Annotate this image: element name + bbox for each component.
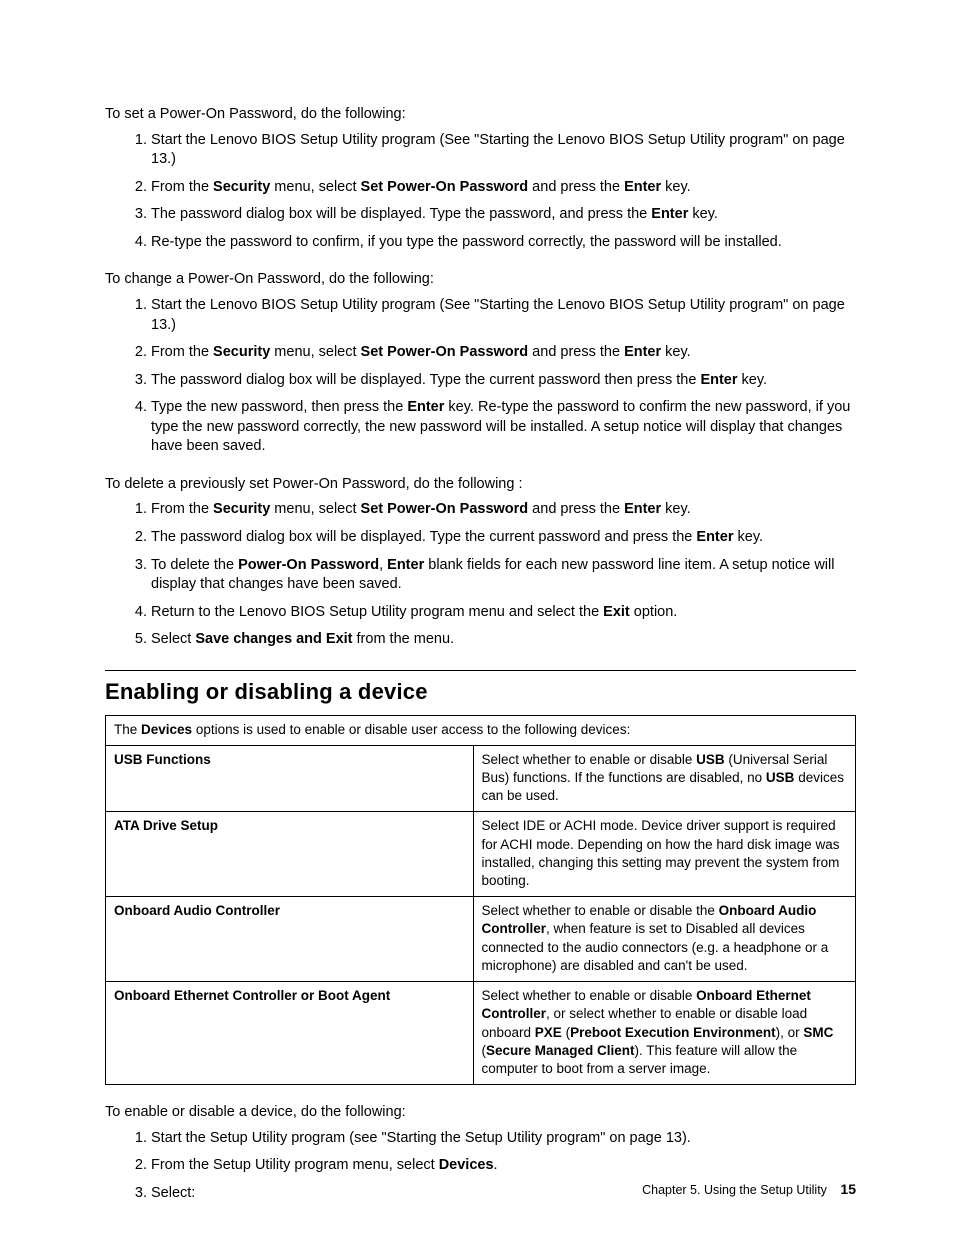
device-option-desc: Select whether to enable or disable the …: [473, 897, 856, 982]
footer-chapter: Chapter 5. Using the Setup Utility: [642, 1183, 827, 1197]
set-password-intro: To set a Power-On Password, do the follo…: [105, 105, 856, 125]
devices-table-body: USB FunctionsSelect whether to enable or…: [106, 745, 856, 1085]
table-row: Onboard Ethernet Controller or Boot Agen…: [106, 982, 856, 1085]
section-heading-enabling-device: Enabling or disabling a device: [105, 677, 856, 707]
device-option-name: Onboard Ethernet Controller or Boot Agen…: [106, 982, 474, 1085]
list-item: Re-type the password to confirm, if you …: [151, 233, 856, 253]
table-row: ATA Drive SetupSelect IDE or ACHI mode. …: [106, 812, 856, 897]
delete-password-intro: To delete a previously set Power-On Pass…: [105, 475, 856, 495]
list-item: Start the Setup Utility program (see "St…: [151, 1129, 856, 1149]
set-password-steps: Start the Lenovo BIOS Setup Utility prog…: [105, 131, 856, 253]
enable-disable-intro: To enable or disable a device, do the fo…: [105, 1103, 856, 1123]
list-item: The password dialog box will be displaye…: [151, 371, 856, 391]
delete-password-steps: From the Security menu, select Set Power…: [105, 500, 856, 649]
list-item: From the Security menu, select Set Power…: [151, 343, 856, 363]
device-option-name: ATA Drive Setup: [106, 812, 474, 897]
device-option-desc: Select IDE or ACHI mode. Device driver s…: [473, 812, 856, 897]
device-option-desc: Select whether to enable or disable USB …: [473, 745, 856, 812]
page-footer: Chapter 5. Using the Setup Utility 15: [642, 1180, 856, 1199]
list-item: Start the Lenovo BIOS Setup Utility prog…: [151, 131, 856, 170]
list-item: To delete the Power-On Password, Enter b…: [151, 556, 856, 595]
device-option-name: USB Functions: [106, 745, 474, 812]
device-option-desc: Select whether to enable or disable Onbo…: [473, 982, 856, 1085]
list-item: The password dialog box will be displaye…: [151, 528, 856, 548]
devices-table-lead: The Devices options is used to enable or…: [106, 715, 856, 745]
section-rule: [105, 670, 856, 671]
list-item: Start the Lenovo BIOS Setup Utility prog…: [151, 296, 856, 335]
list-item: Return to the Lenovo BIOS Setup Utility …: [151, 603, 856, 623]
list-item: From the Setup Utility program menu, sel…: [151, 1156, 856, 1176]
list-item: From the Security menu, select Set Power…: [151, 178, 856, 198]
list-item: From the Security menu, select Set Power…: [151, 500, 856, 520]
list-item: Select Save changes and Exit from the me…: [151, 630, 856, 650]
list-item: Type the new password, then press the En…: [151, 398, 856, 457]
change-password-intro: To change a Power-On Password, do the fo…: [105, 270, 856, 290]
table-row: USB FunctionsSelect whether to enable or…: [106, 745, 856, 812]
change-password-steps: Start the Lenovo BIOS Setup Utility prog…: [105, 296, 856, 457]
list-item: The password dialog box will be displaye…: [151, 205, 856, 225]
document-page: To set a Power-On Password, do the follo…: [0, 0, 954, 1235]
device-option-name: Onboard Audio Controller: [106, 897, 474, 982]
table-row: Onboard Audio ControllerSelect whether t…: [106, 897, 856, 982]
footer-page-number: 15: [840, 1181, 856, 1197]
devices-table: The Devices options is used to enable or…: [105, 715, 856, 1086]
